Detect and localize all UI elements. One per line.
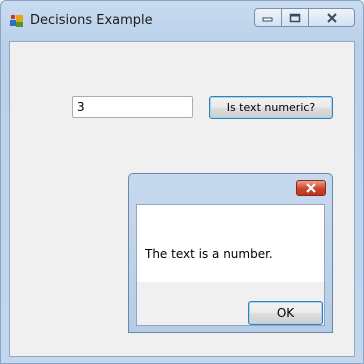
message-close-button[interactable]	[296, 180, 326, 196]
maximize-icon	[289, 13, 301, 22]
message-text: The text is a number.	[145, 247, 273, 261]
minimize-icon	[262, 17, 273, 21]
close-icon	[306, 183, 316, 193]
number-input[interactable]: 3	[72, 96, 193, 118]
window-title: Decisions Example	[30, 13, 153, 28]
caption-buttons	[254, 8, 355, 28]
app-icon	[10, 15, 23, 27]
close-icon	[326, 12, 337, 23]
title-bar[interactable]: Decisions Example	[1, 1, 363, 41]
message-body: The text is a number. OK	[136, 204, 325, 326]
is-text-numeric-button[interactable]: Is text numeric?	[209, 96, 333, 119]
minimize-button[interactable]	[254, 8, 282, 27]
close-button[interactable]	[309, 8, 355, 27]
ok-button[interactable]: OK	[248, 301, 323, 325]
message-box: The text is a number. OK	[128, 173, 333, 333]
maximize-button[interactable]	[282, 8, 309, 27]
